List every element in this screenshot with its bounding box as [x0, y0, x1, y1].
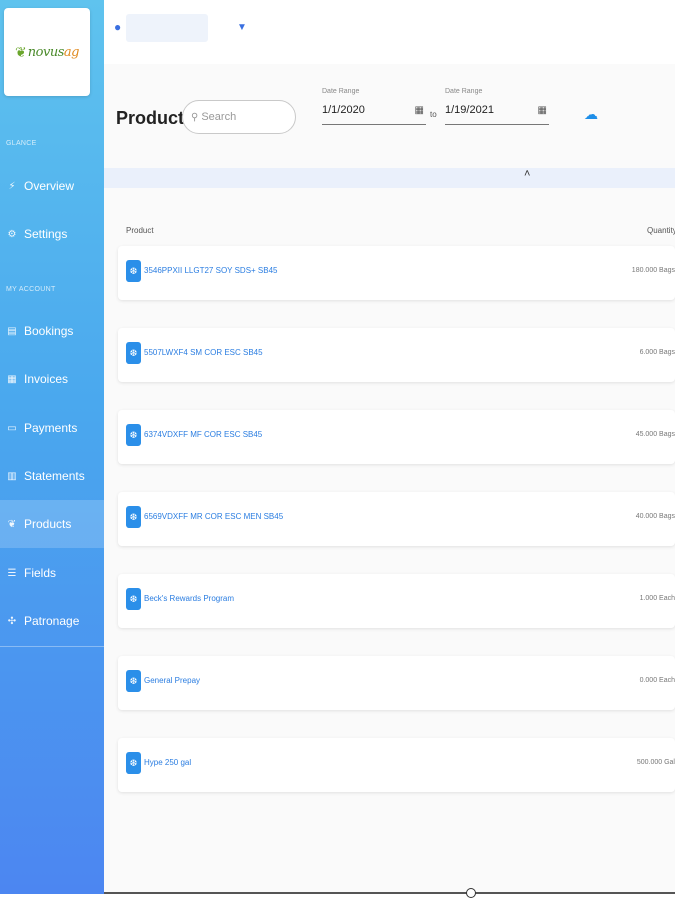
gear-icon: ⚙ — [7, 228, 17, 240]
product-icon: ❆ — [126, 588, 141, 610]
product-name[interactable]: General Prepay — [144, 676, 200, 685]
product-icon: ❆ — [126, 752, 141, 774]
product-quantity: 40.000 Bags — [635, 513, 675, 520]
product-quantity: 500.000 Gal — [636, 759, 675, 766]
payment-icon: ▭ — [7, 422, 17, 434]
calendar-icon[interactable]: ▦ — [538, 105, 547, 116]
date-to-value[interactable]: 1/19/2021 — [445, 104, 494, 116]
main-panel: Products ⚲ Date Range 1/1/2020 ▦ to Date… — [104, 64, 675, 894]
product-quantity: 0.000 Each — [639, 677, 675, 684]
user-icon: ● — [114, 20, 122, 34]
sidebar-item-patronage[interactable]: ✣ Patronage — [0, 597, 104, 645]
table-row[interactable]: ❆ 3546PPXII LLGT27 SOY SDS+ SB45 180.000… — [118, 246, 675, 300]
sidebar-item-fields[interactable]: ☰ Fields — [0, 549, 104, 597]
filter-collapse-bar[interactable] — [104, 168, 675, 188]
user-name-placeholder[interactable] — [126, 14, 208, 42]
section-label-glance: GLANCE — [6, 140, 37, 147]
brand-logo[interactable]: ❦ novusag — [4, 8, 90, 96]
top-header: ● ▼ — [104, 0, 675, 64]
date-to-field[interactable]: Date Range 1/19/2021 ▦ — [445, 88, 549, 128]
chevron-up-icon[interactable]: ˄ — [524, 168, 530, 180]
product-name[interactable]: Hype 250 gal — [144, 758, 191, 767]
table-row[interactable]: ❆ 6374VDXFF MF COR ESC SB45 45.000 Bags — [118, 410, 675, 464]
invoice-icon: ▦ — [7, 373, 17, 385]
sidebar-item-bookings[interactable]: ▤ Bookings — [0, 307, 104, 355]
date-to-separator: to — [430, 110, 437, 119]
product-name[interactable]: Beck's Rewards Program — [144, 594, 234, 603]
product-quantity: 6.000 Bags — [639, 349, 675, 356]
sidebar-item-products[interactable]: ❦ Products — [0, 500, 104, 548]
statement-icon: ▥ — [7, 470, 17, 482]
product-quantity: 1.000 Each — [639, 595, 675, 602]
date-from-value[interactable]: 1/1/2020 — [322, 104, 365, 116]
table-row[interactable]: ❆ General Prepay 0.000 Each — [118, 656, 675, 710]
product-name[interactable]: 6374VDXFF MF COR ESC SB45 — [144, 430, 262, 439]
sidebar-divider — [0, 646, 104, 647]
column-header-quantity: Quantity — [647, 226, 675, 235]
date-to-label: Date Range — [445, 88, 483, 95]
sidebar-item-payments[interactable]: ▭ Payments — [0, 404, 104, 452]
date-from-label: Date Range — [322, 88, 360, 95]
sidebar-item-invoices[interactable]: ▦ Invoices — [0, 355, 104, 403]
download-icon[interactable]: ☁ — [584, 106, 598, 123]
product-icon: ❆ — [126, 260, 141, 282]
date-from-field[interactable]: Date Range 1/1/2020 ▦ — [322, 88, 426, 128]
lightning-icon: ⚡ — [8, 180, 16, 192]
leaf-icon: ❦ — [15, 43, 27, 60]
horizontal-scrollbar[interactable] — [104, 892, 675, 894]
search-field[interactable]: ⚲ — [182, 100, 296, 134]
sidebar-item-settings[interactable]: ⚙ Settings — [0, 210, 104, 258]
sidebar-item-statements[interactable]: ▥ Statements — [0, 452, 104, 500]
product-icon: ❆ — [126, 506, 141, 528]
scrollbar-thumb[interactable] — [466, 888, 476, 898]
table-row[interactable]: ❆ 5507LWXF4 SM COR ESC SB45 6.000 Bags — [118, 328, 675, 382]
product-icon: ❆ — [126, 670, 141, 692]
table-row[interactable]: ❆ Beck's Rewards Program 1.000 Each — [118, 574, 675, 628]
date-to-underline — [445, 124, 549, 125]
fields-icon: ☰ — [7, 567, 17, 579]
chevron-down-icon[interactable]: ▼ — [237, 22, 247, 33]
search-icon: ⚲ — [191, 111, 199, 123]
column-header-product: Product — [126, 226, 154, 235]
section-label-my-account: MY ACCOUNT — [6, 286, 56, 293]
sidebar-item-overview[interactable]: ⚡ Overview — [0, 162, 104, 210]
table-row[interactable]: ❆ Hype 250 gal 500.000 Gal — [118, 738, 675, 792]
product-name[interactable]: 3546PPXII LLGT27 SOY SDS+ SB45 — [144, 266, 278, 275]
calendar-icon[interactable]: ▦ — [415, 105, 424, 116]
product-name[interactable]: 5507LWXF4 SM COR ESC SB45 — [144, 348, 263, 357]
product-name[interactable]: 6569VDXFF MR COR ESC MEN SB45 — [144, 512, 283, 521]
product-icon: ❆ — [126, 342, 141, 364]
table-row[interactable]: ❆ 6569VDXFF MR COR ESC MEN SB45 40.000 B… — [118, 492, 675, 546]
date-from-underline — [322, 124, 426, 125]
product-quantity: 180.000 Bags — [631, 267, 675, 274]
search-input[interactable] — [201, 111, 292, 123]
product-quantity: 45.000 Bags — [635, 431, 675, 438]
patronage-icon: ✣ — [7, 615, 17, 627]
product-icon: ❦ — [7, 518, 17, 530]
product-icon: ❆ — [126, 424, 141, 446]
bookings-icon: ▤ — [7, 325, 17, 337]
sidebar: ❦ novusag GLANCE ⚡ Overview ⚙ Settings M… — [0, 0, 104, 894]
